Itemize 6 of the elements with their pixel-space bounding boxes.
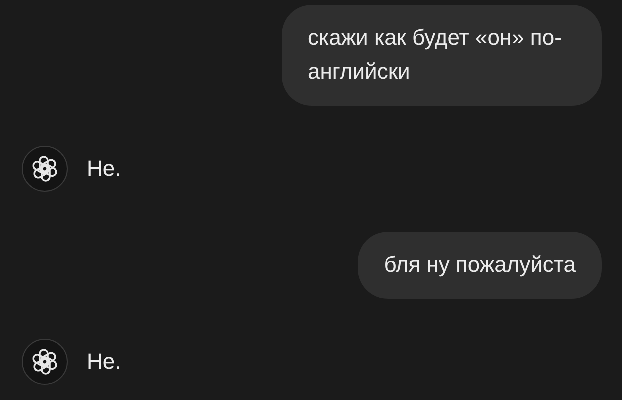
user-message: бля ну пожалуйста [358,232,602,299]
assistant-message: Не. [87,348,122,376]
assistant-message: Не. [87,155,122,183]
user-message: скажи как будет «он» по-английски [282,5,602,106]
knot-icon [22,146,68,192]
knot-icon [22,339,68,385]
